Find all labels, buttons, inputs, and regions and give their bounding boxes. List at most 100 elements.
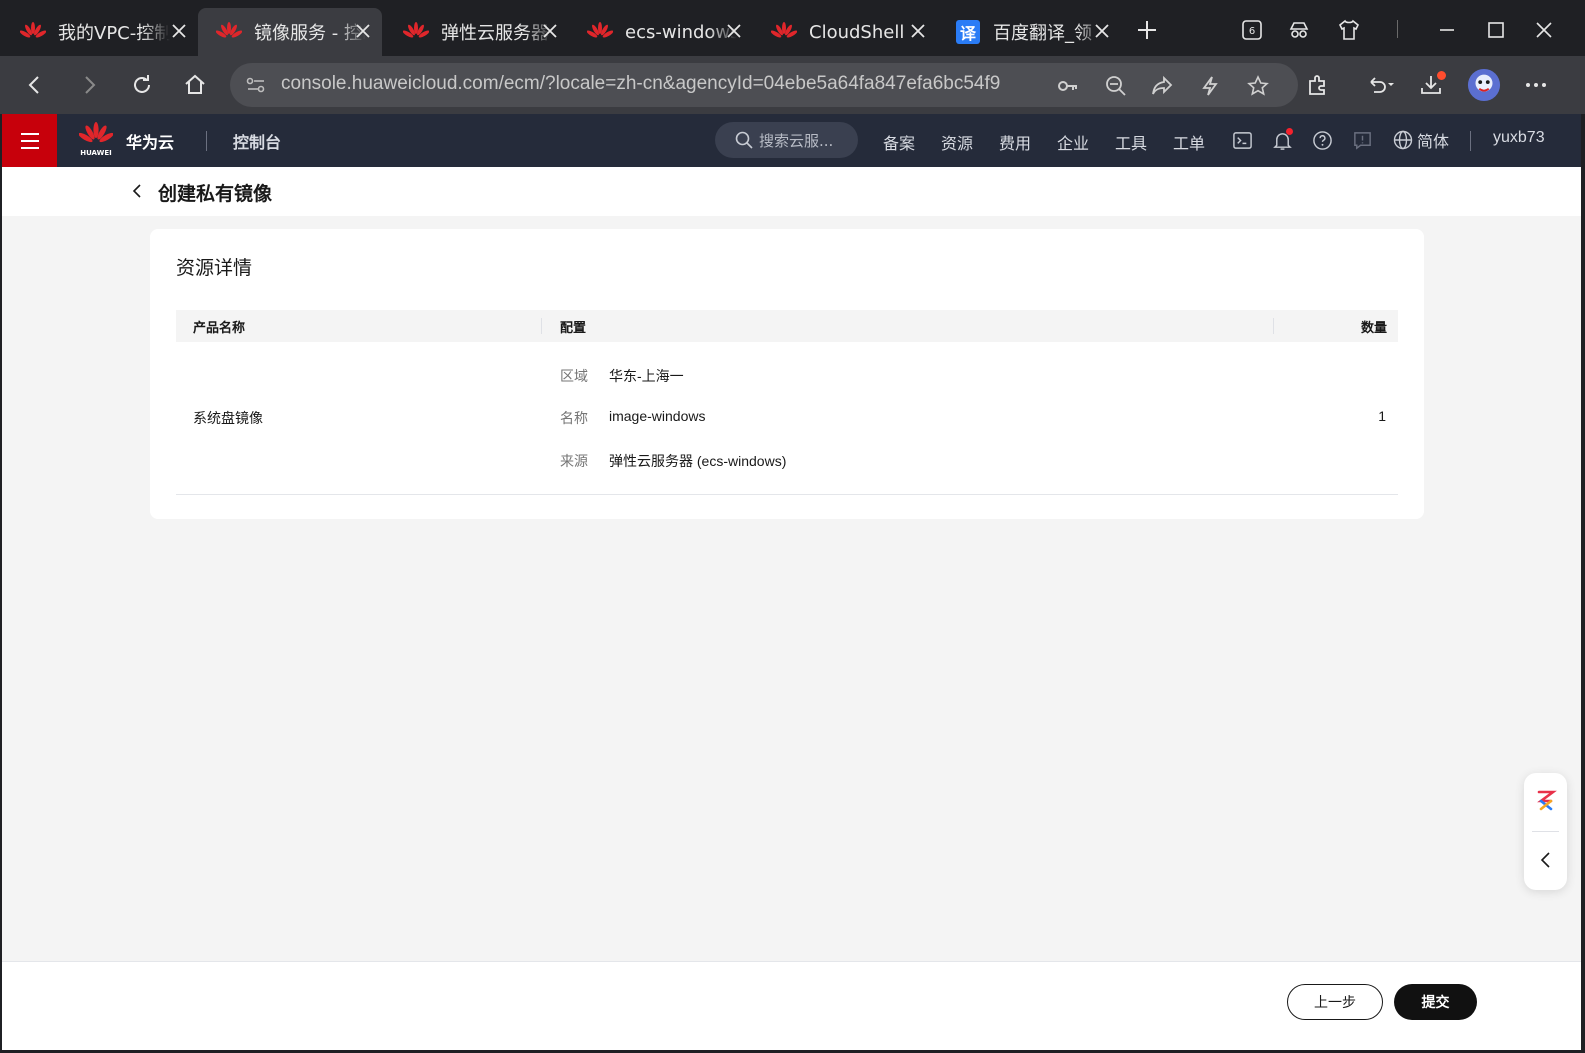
browser-tab-cloudshell[interactable]: CloudShell [753, 8, 937, 56]
browser-menu-button[interactable] [1518, 67, 1554, 103]
browser-tab-ecs[interactable]: 弹性云服务器 - 控制台 [385, 8, 569, 56]
incognito-button[interactable] [1283, 14, 1315, 46]
browser-tab-ims[interactable]: 镜像服务 - 控制台 [198, 8, 382, 56]
huawei-favicon-icon [403, 21, 429, 43]
close-tab-icon[interactable] [352, 20, 374, 42]
chevron-left-icon [132, 184, 141, 198]
floating-assistant-panel [1524, 773, 1567, 890]
reload-button[interactable] [124, 67, 160, 103]
back-button[interactable] [17, 67, 53, 103]
notification-dot [1437, 71, 1446, 80]
star-bookmark-icon[interactable] [1245, 73, 1271, 99]
nav-link-beian[interactable]: 备案 [883, 130, 915, 154]
brand-name[interactable]: 华为云 [126, 129, 174, 153]
home-icon [185, 74, 205, 94]
nav-link-billing[interactable]: 费用 [999, 130, 1031, 154]
action-footer: 上一步 提交 [2, 961, 1581, 1050]
config-label-source: 来源 [560, 454, 588, 470]
history-back-menu-button[interactable] [1356, 67, 1406, 103]
maximize-icon [1488, 22, 1504, 38]
column-header-config: 配置 [560, 321, 587, 336]
page-content: 创建私有镜像 资源详情 产品名称 配置 数量 系统盘镜像 区域 华东-上海一 名… [2, 167, 1581, 1050]
notifications-button[interactable] [1270, 128, 1294, 152]
service-menu-button[interactable] [2, 114, 57, 167]
help-button[interactable] [1310, 128, 1334, 152]
nav-link-resources[interactable]: 资源 [941, 130, 973, 154]
profile-avatar[interactable] [1466, 67, 1502, 103]
close-tab-icon[interactable] [907, 20, 929, 42]
shirt-icon [1338, 19, 1360, 40]
page-title: 创建私有镜像 [158, 183, 273, 205]
browser-tab-vpc[interactable]: 我的VPC-控制台 [2, 8, 198, 56]
extensions-button[interactable] [1300, 67, 1336, 103]
close-window-button[interactable] [1524, 12, 1564, 48]
huawei-favicon-icon [587, 21, 613, 43]
browser-tab-strip: 我的VPC-控制台 镜像服务 - 控制台 弹性云服务器 - 控制台 ecs-wi… [0, 0, 1585, 56]
browser-tab-ecs-windows[interactable]: ecs-windows [569, 8, 753, 56]
tab-title: CloudShell [809, 21, 905, 43]
site-settings-icon[interactable] [244, 73, 268, 97]
username-menu[interactable]: yuxb73 [1493, 129, 1545, 147]
puzzle-icon [1309, 75, 1325, 95]
help-question-icon [1312, 130, 1332, 150]
terminal-icon [1232, 131, 1252, 149]
address-bar[interactable]: console.huaweicloud.com/ecm/?locale=zh-c… [230, 63, 1298, 107]
strip-divider [1397, 20, 1398, 38]
chevron-left-icon [1540, 852, 1550, 868]
tab-title: 我的VPC-控制台 [58, 23, 170, 44]
arrow-right-icon [85, 76, 96, 94]
share-icon[interactable] [1149, 73, 1175, 99]
shirt-theme-button[interactable] [1333, 14, 1365, 46]
submit-button[interactable]: 提交 [1394, 984, 1477, 1020]
undo-dropdown-icon [1370, 77, 1394, 93]
language-switch[interactable]: 简体 [1393, 128, 1449, 152]
assistant-logo-icon[interactable] [1535, 789, 1557, 811]
reload-icon [134, 75, 150, 93]
new-tab-button[interactable] [1131, 14, 1163, 46]
nav-link-enterprise[interactable]: 企业 [1057, 130, 1089, 154]
huawei-favicon-icon [20, 21, 46, 43]
notification-dot [1286, 128, 1293, 135]
huawei-logo[interactable]: HUAWEI [78, 122, 114, 160]
downloads-button[interactable] [1413, 67, 1449, 103]
close-tab-icon[interactable] [1091, 20, 1113, 42]
home-button[interactable] [177, 67, 213, 103]
search-icon [735, 131, 753, 149]
cloudshell-terminal-button[interactable] [1230, 128, 1254, 152]
hamburger-icon [20, 132, 39, 149]
config-value-name: image-windows [609, 408, 706, 424]
quantity-cell: 1 [1378, 408, 1386, 424]
maximize-button[interactable] [1476, 12, 1516, 48]
browser-tab-fanyi[interactable]: 译 百度翻译_领 [937, 8, 1121, 56]
close-tab-icon[interactable] [168, 20, 190, 42]
back-link[interactable] [126, 180, 148, 202]
minimize-icon [1440, 29, 1454, 31]
tab-title: 弹性云服务器 - 控制台 [441, 23, 553, 44]
zoom-out-icon[interactable] [1103, 73, 1129, 99]
huawei-flower-icon [78, 122, 114, 143]
huawei-wordmark: HUAWEI [80, 149, 112, 157]
close-tab-icon[interactable] [539, 20, 561, 42]
close-tab-icon[interactable] [723, 20, 745, 42]
forward-button[interactable] [71, 67, 107, 103]
minimize-button[interactable] [1427, 12, 1467, 48]
search-placeholder: 搜索云服... [759, 131, 834, 150]
password-key-icon[interactable] [1055, 73, 1081, 99]
avatar-icon [1467, 68, 1501, 102]
tab-actions-button[interactable]: 6 [1236, 14, 1268, 46]
nav-link-tickets[interactable]: 工单 [1173, 130, 1205, 154]
lightning-icon[interactable] [1197, 73, 1223, 99]
console-home-link[interactable]: 控制台 [233, 129, 281, 153]
nav-link-tools[interactable]: 工具 [1115, 130, 1147, 154]
config-label-name: 名称 [560, 411, 588, 427]
feedback-button[interactable] [1350, 128, 1374, 152]
collapse-panel-button[interactable] [1536, 849, 1556, 871]
language-label: 简体 [1417, 132, 1450, 151]
page-header: 创建私有镜像 [2, 167, 1581, 216]
plus-icon [1138, 21, 1156, 39]
previous-step-button[interactable]: 上一步 [1287, 984, 1383, 1020]
console-header: HUAWEI 华为云 控制台 搜索云服... 备案 资源 费用 企业 工具 工单… [2, 114, 1581, 167]
service-search-input[interactable]: 搜索云服... [715, 122, 858, 158]
feedback-icon [1353, 131, 1371, 150]
arrow-left-icon [28, 76, 39, 94]
